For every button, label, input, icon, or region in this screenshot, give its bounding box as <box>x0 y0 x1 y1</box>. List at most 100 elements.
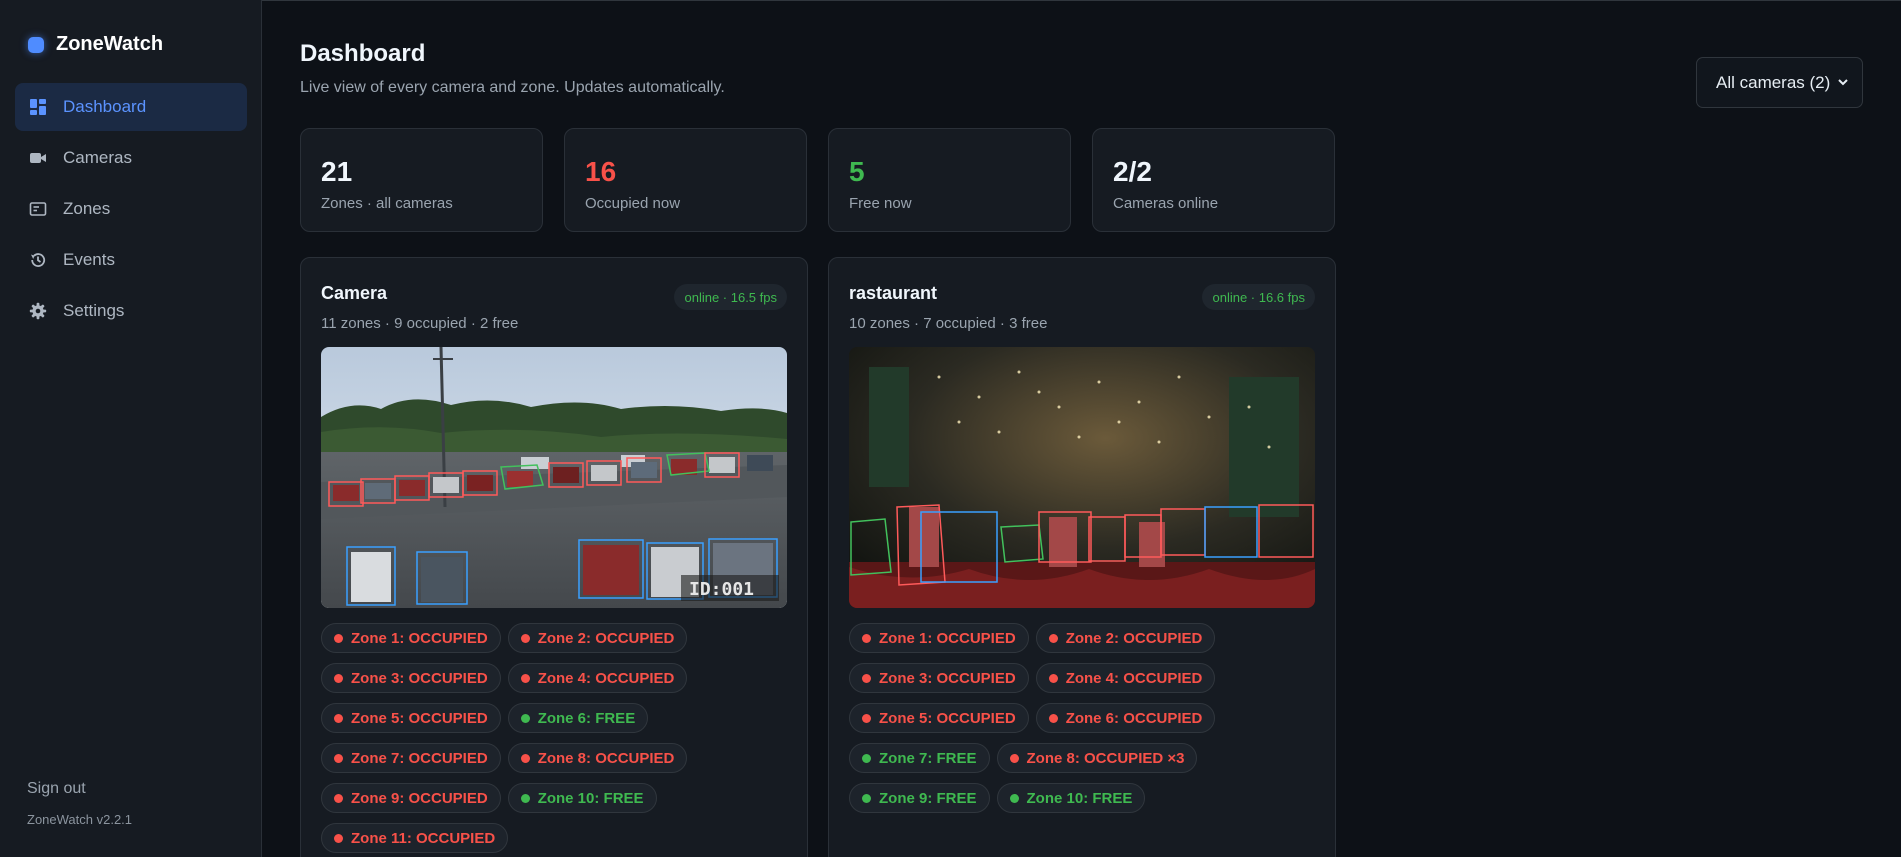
zone-status-label: Zone 6: FREE <box>537 709 636 727</box>
zone-status-chip[interactable]: Zone 8: OCCUPIED ×3 <box>996 743 1198 773</box>
zone-status-chip[interactable]: Zone 1: OCCUPIED <box>849 623 1029 653</box>
status-dot-icon <box>1009 753 1019 763</box>
sidebar-item-cameras[interactable]: Cameras <box>15 134 247 182</box>
zone-status-chip[interactable]: Zone 4: OCCUPIED <box>1035 663 1216 693</box>
zone-status-chip[interactable]: Zone 1: OCCUPIED <box>321 623 501 653</box>
restaurant-feed-image <box>849 347 1315 608</box>
sidebar-item-label: Cameras <box>63 148 132 167</box>
camera-filter-select[interactable]: All cameras (2) <box>1696 57 1863 108</box>
logo-icon <box>28 36 44 53</box>
zone-status-chip[interactable]: Zone 2: OCCUPIED <box>1035 623 1216 653</box>
camera-zone-summary: 10 zones · 7 occupied · 3 free <box>849 315 1048 332</box>
zone-status-chip[interactable]: Zone 11: OCCUPIED <box>321 823 509 853</box>
zone-status-label: Zone 1: OCCUPIED <box>879 629 1016 647</box>
app-version: ZoneWatch v2.2.1 <box>27 812 133 827</box>
status-dot-icon <box>862 753 871 763</box>
stat-value: 5 <box>849 156 865 187</box>
zone-status-label: Zone 2: OCCUPIED <box>1065 629 1203 647</box>
zone-status-label: Zone 9: OCCUPIED <box>351 789 488 807</box>
zone-status-chip[interactable]: Zone 4: OCCUPIED <box>507 663 688 693</box>
status-dot-icon <box>1048 633 1058 643</box>
status-dot-icon <box>1048 673 1058 683</box>
status-dot-icon <box>520 633 530 643</box>
stat-value: 2/2 <box>1113 156 1152 187</box>
stat-label: Occupied now <box>585 195 681 212</box>
camera-zone-summary: 11 zones · 9 occupied · 2 free <box>321 315 519 332</box>
chevron-down-icon <box>1838 79 1848 86</box>
zone-status-chip[interactable]: Zone 5: OCCUPIED <box>321 703 501 733</box>
status-dot-icon <box>862 713 871 723</box>
stat-value: 21 <box>321 156 353 187</box>
camera-card: rastaurant online · 16.6 fps 10 zones · … <box>828 257 1336 857</box>
zone-status-chip[interactable]: Zone 5: OCCUPIED <box>849 703 1029 733</box>
zone-status-label: Zone 3: OCCUPIED <box>879 669 1016 687</box>
status-dot-icon <box>334 713 343 723</box>
window-top-border <box>0 0 1901 1</box>
zone-chip-list: Zone 1: OCCUPIED Zone 2: OCCUPIED Zone 3: … <box>849 623 1319 813</box>
camera-filter-value: All cameras (2) <box>1716 72 1831 92</box>
zone-status-chip[interactable]: Zone 3: OCCUPIED <box>321 663 501 693</box>
zone-status-chip[interactable]: Zone 10: FREE <box>507 783 657 813</box>
zone-status-label: Zone 4: OCCUPIED <box>537 669 675 687</box>
camera-live-feed[interactable] <box>849 347 1315 608</box>
status-dot-icon <box>520 793 530 803</box>
page-subtitle: Live view of every camera and zone. Upda… <box>300 79 725 96</box>
status-dot-icon <box>862 673 871 683</box>
sidebar-item-label: Dashboard <box>63 97 147 116</box>
status-dot-icon <box>334 673 343 683</box>
zone-status-label: Zone 11: OCCUPIED <box>351 829 496 847</box>
zone-status-label: Zone 1: OCCUPIED <box>351 629 488 647</box>
zone-status-label: Zone 5: OCCUPIED <box>351 709 488 727</box>
zone-status-chip[interactable]: Zone 3: OCCUPIED <box>849 663 1029 693</box>
status-dot-icon <box>520 753 530 763</box>
zone-status-chip[interactable]: Zone 8: OCCUPIED <box>507 743 688 773</box>
sidebar-item-settings[interactable]: Settings <box>15 287 247 335</box>
sidebar-nav: Dashboard Cameras Zones Events Settings <box>15 83 247 338</box>
zones-icon <box>29 200 47 218</box>
zone-status-label: Zone 6: OCCUPIED <box>1065 709 1203 727</box>
zone-status-chip[interactable]: Zone 7: FREE <box>849 743 990 773</box>
zone-status-chip[interactable]: Zone 9: FREE <box>849 783 990 813</box>
status-dot-icon <box>334 753 343 763</box>
camera-name: rastaurant <box>849 283 938 303</box>
status-dot-icon <box>334 633 343 643</box>
brand[interactable]: ZoneWatch <box>28 33 163 56</box>
status-dot-icon <box>334 793 343 803</box>
stat-card-free: 5 Free now <box>828 128 1071 232</box>
gear-icon <box>29 302 47 320</box>
sidebar-item-dashboard[interactable]: Dashboard <box>15 83 247 131</box>
camera-id-overlay: ID:001 <box>689 579 754 600</box>
sign-out-link[interactable]: Sign out <box>27 780 86 798</box>
parking-lot-feed-image: ID:001 <box>321 347 787 608</box>
sidebar-item-events[interactable]: Events <box>15 236 247 284</box>
sidebar-item-zones[interactable]: Zones <box>15 185 247 233</box>
status-dot-icon <box>1048 713 1058 723</box>
stat-card-zones: 21 Zones · all cameras <box>300 128 543 232</box>
zone-status-chip[interactable]: Zone 7: OCCUPIED <box>321 743 501 773</box>
zone-status-chip[interactable]: Zone 6: OCCUPIED <box>1035 703 1216 733</box>
zone-status-label: Zone 5: OCCUPIED <box>879 709 1016 727</box>
status-dot-icon <box>1009 793 1019 803</box>
zone-status-chip[interactable]: Zone 2: OCCUPIED <box>507 623 688 653</box>
status-dot-icon <box>862 633 871 643</box>
page-title: Dashboard <box>300 40 426 67</box>
sidebar: ZoneWatch Dashboard Cameras Zones Events <box>0 0 262 857</box>
zone-status-chip[interactable]: Zone 6: FREE <box>507 703 649 733</box>
camera-status-badge: online · 16.6 fps <box>1202 284 1315 310</box>
stat-card-occupied: 16 Occupied now <box>564 128 807 232</box>
stat-label: Zones · all cameras <box>321 195 453 212</box>
zone-status-chip[interactable]: Zone 10: FREE <box>996 783 1146 813</box>
sidebar-item-label: Zones <box>63 199 111 218</box>
zone-status-label: Zone 7: OCCUPIED <box>351 749 488 767</box>
zone-status-label: Zone 10: FREE <box>1026 789 1133 807</box>
zone-status-chip[interactable]: Zone 9: OCCUPIED <box>321 783 501 813</box>
zone-status-label: Zone 9: FREE <box>879 789 977 807</box>
camera-status-badge: online · 16.5 fps <box>674 284 787 310</box>
stat-card-cameras-online: 2/2 Cameras online <box>1092 128 1335 232</box>
camera-live-feed[interactable]: ID:001 <box>321 347 787 608</box>
camera-card: Camera online · 16.5 fps 11 zones · 9 oc… <box>300 257 808 857</box>
stat-label: Free now <box>849 195 912 212</box>
zone-status-label: Zone 8: OCCUPIED <box>537 749 675 767</box>
sidebar-item-label: Events <box>63 250 115 269</box>
status-dot-icon <box>520 673 530 683</box>
